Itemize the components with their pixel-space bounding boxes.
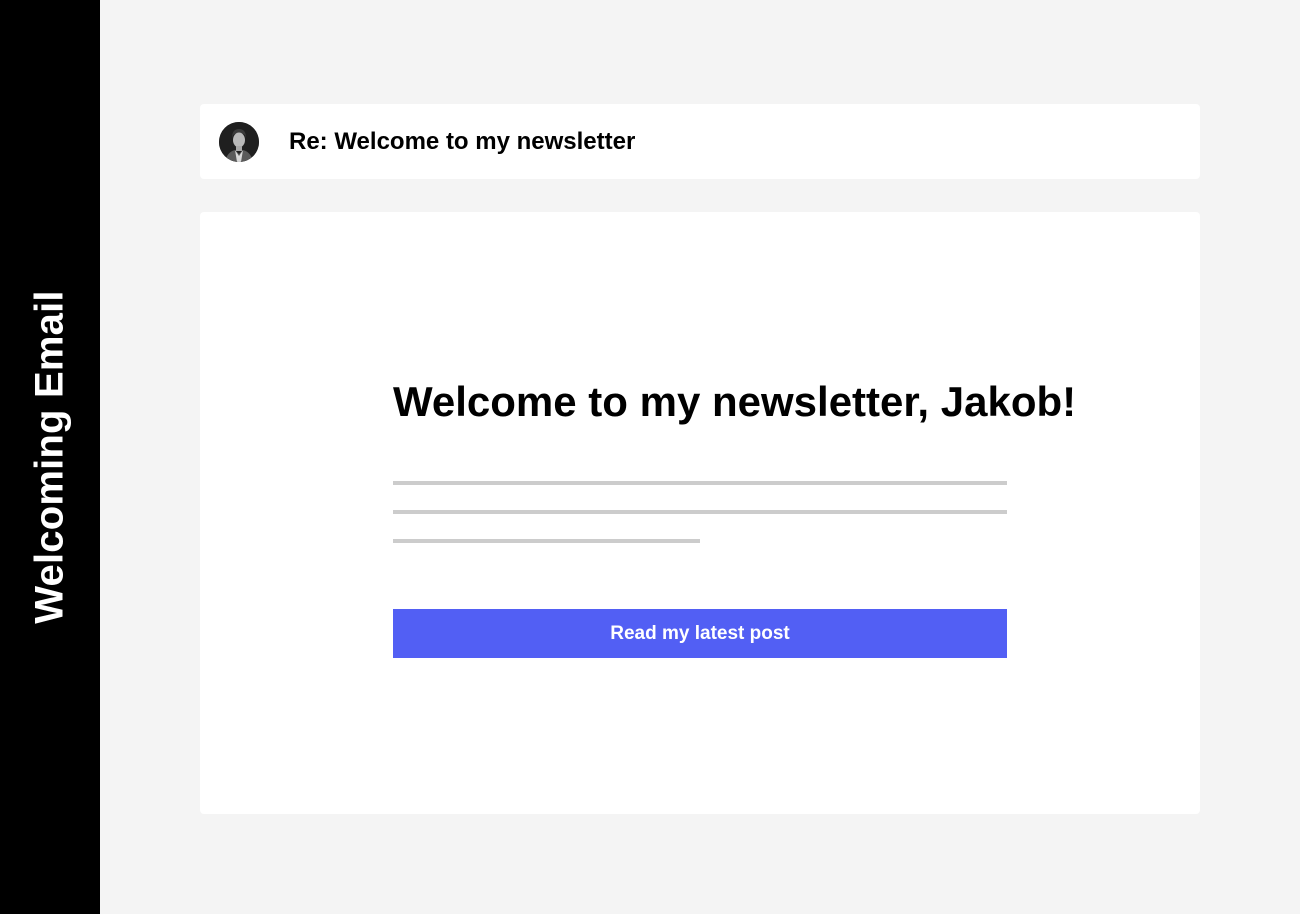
text-placeholder-line [393, 481, 1007, 485]
text-placeholder-line [393, 539, 700, 543]
sidebar: Welcoming Email [0, 0, 100, 914]
email-content-card: Welcome to my newsletter, Jakob! Read my… [200, 212, 1200, 814]
email-subject-bar[interactable]: Re: Welcome to my newsletter [200, 104, 1200, 179]
person-avatar-icon [219, 122, 259, 162]
read-latest-post-button[interactable]: Read my latest post [393, 609, 1007, 658]
email-subject: Re: Welcome to my newsletter [289, 128, 636, 155]
text-placeholder-line [393, 510, 1007, 514]
sidebar-title: Welcoming Email [27, 290, 72, 624]
email-heading: Welcome to my newsletter, Jakob! [393, 378, 1077, 425]
